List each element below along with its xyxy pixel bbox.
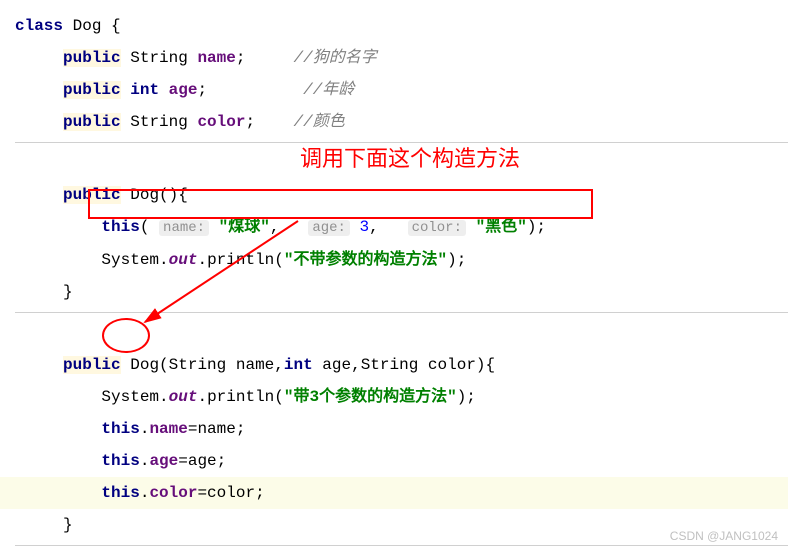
- open: (: [274, 251, 284, 269]
- dot: .: [197, 388, 207, 406]
- eq: =age;: [178, 452, 226, 470]
- kw-this: this: [101, 484, 139, 502]
- arg-num: 3: [360, 218, 370, 236]
- arg-str: "黑色": [476, 218, 527, 236]
- red-box: [88, 189, 593, 219]
- field-name: public String name; //狗的名字: [15, 42, 788, 74]
- brace: }: [63, 283, 73, 301]
- close: );: [527, 218, 546, 236]
- comment: //颜色: [293, 113, 344, 131]
- class-name: Dog: [73, 17, 102, 35]
- hint-name: name:: [159, 220, 209, 236]
- comment: //年龄: [303, 81, 354, 99]
- code-area: class Dog { public String name; //狗的名字 p…: [0, 0, 788, 546]
- kw-this: this: [101, 452, 139, 470]
- kw-this: this: [101, 420, 139, 438]
- fn: println: [207, 251, 274, 269]
- eq: =color;: [197, 484, 264, 502]
- kw-int: int: [284, 356, 313, 374]
- comment: //狗的名字: [293, 49, 376, 67]
- field-ident: age: [169, 81, 198, 99]
- arg-str: "煤球": [219, 218, 270, 236]
- println1: System.out.println("不带参数的构造方法");: [15, 244, 788, 276]
- dot: .: [140, 452, 150, 470]
- kw-public: public: [63, 81, 121, 99]
- type: String: [130, 113, 188, 131]
- line-class: class Dog {: [15, 10, 788, 42]
- kw-public: public: [63, 356, 121, 374]
- type: String: [130, 49, 188, 67]
- kw-public: public: [63, 113, 121, 131]
- kw-public: public: [63, 49, 121, 67]
- dot: .: [140, 420, 150, 438]
- sys: System: [101, 388, 159, 406]
- comma: ,: [270, 218, 280, 236]
- dot: .: [140, 484, 150, 502]
- ctor-3arg: public Dog(String name,int age,String co…: [15, 349, 788, 381]
- open: (: [274, 388, 284, 406]
- field-ident: color: [197, 113, 245, 131]
- separator: [15, 312, 788, 313]
- brace: }: [63, 516, 73, 534]
- sig: (String name,: [159, 356, 284, 374]
- close: );: [447, 251, 466, 269]
- out: out: [169, 251, 198, 269]
- fn: println: [207, 388, 274, 406]
- kw-class: class: [15, 17, 63, 35]
- open: (: [140, 218, 150, 236]
- dot: .: [159, 388, 169, 406]
- arg-str: "不带参数的构造方法": [284, 251, 447, 269]
- assign-color: this.color=color;: [15, 477, 788, 509]
- type-int: int: [130, 81, 159, 99]
- comma: ,: [369, 218, 379, 236]
- red-circle: [102, 318, 150, 353]
- annotation-label: 调用下面这个构造方法: [300, 141, 520, 173]
- arg-str: "带3个参数的构造方法": [284, 388, 457, 406]
- out: out: [169, 388, 198, 406]
- semi: ;: [236, 49, 246, 67]
- semi: ;: [245, 113, 255, 131]
- watermark: CSDN @JANG1024: [670, 529, 778, 543]
- dot: .: [197, 251, 207, 269]
- hint-age: age:: [308, 220, 350, 236]
- field-age: public int age; //年龄: [15, 74, 788, 106]
- dot: .: [159, 251, 169, 269]
- separator: [15, 545, 788, 546]
- semi: ;: [197, 81, 207, 99]
- field-ref: name: [149, 420, 187, 438]
- hint-color: color:: [408, 220, 466, 236]
- assign-age: this.age=age;: [15, 445, 788, 477]
- eq: =name;: [188, 420, 246, 438]
- field-ref: color: [149, 484, 197, 502]
- println2: System.out.println("带3个参数的构造方法");: [15, 381, 788, 413]
- brace: {: [101, 17, 120, 35]
- close: );: [457, 388, 476, 406]
- ctor-name: Dog: [130, 356, 159, 374]
- sig2: age,String color){: [313, 356, 495, 374]
- close-brace: }: [15, 276, 788, 308]
- field-ref: age: [149, 452, 178, 470]
- field-ident: name: [197, 49, 235, 67]
- highlight: this.color=color;: [0, 477, 788, 509]
- field-color: public String color; //颜色: [15, 106, 788, 138]
- assign-name: this.name=name;: [15, 413, 788, 445]
- sys: System: [101, 251, 159, 269]
- kw-this: this: [101, 218, 139, 236]
